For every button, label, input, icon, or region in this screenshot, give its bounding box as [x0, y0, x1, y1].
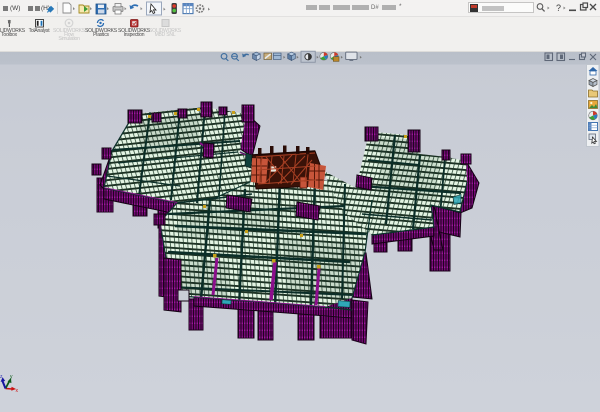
svg-text:y: y — [10, 374, 13, 380]
svg-text:x: x — [16, 388, 19, 394]
svg-text:?: ? — [556, 3, 561, 13]
